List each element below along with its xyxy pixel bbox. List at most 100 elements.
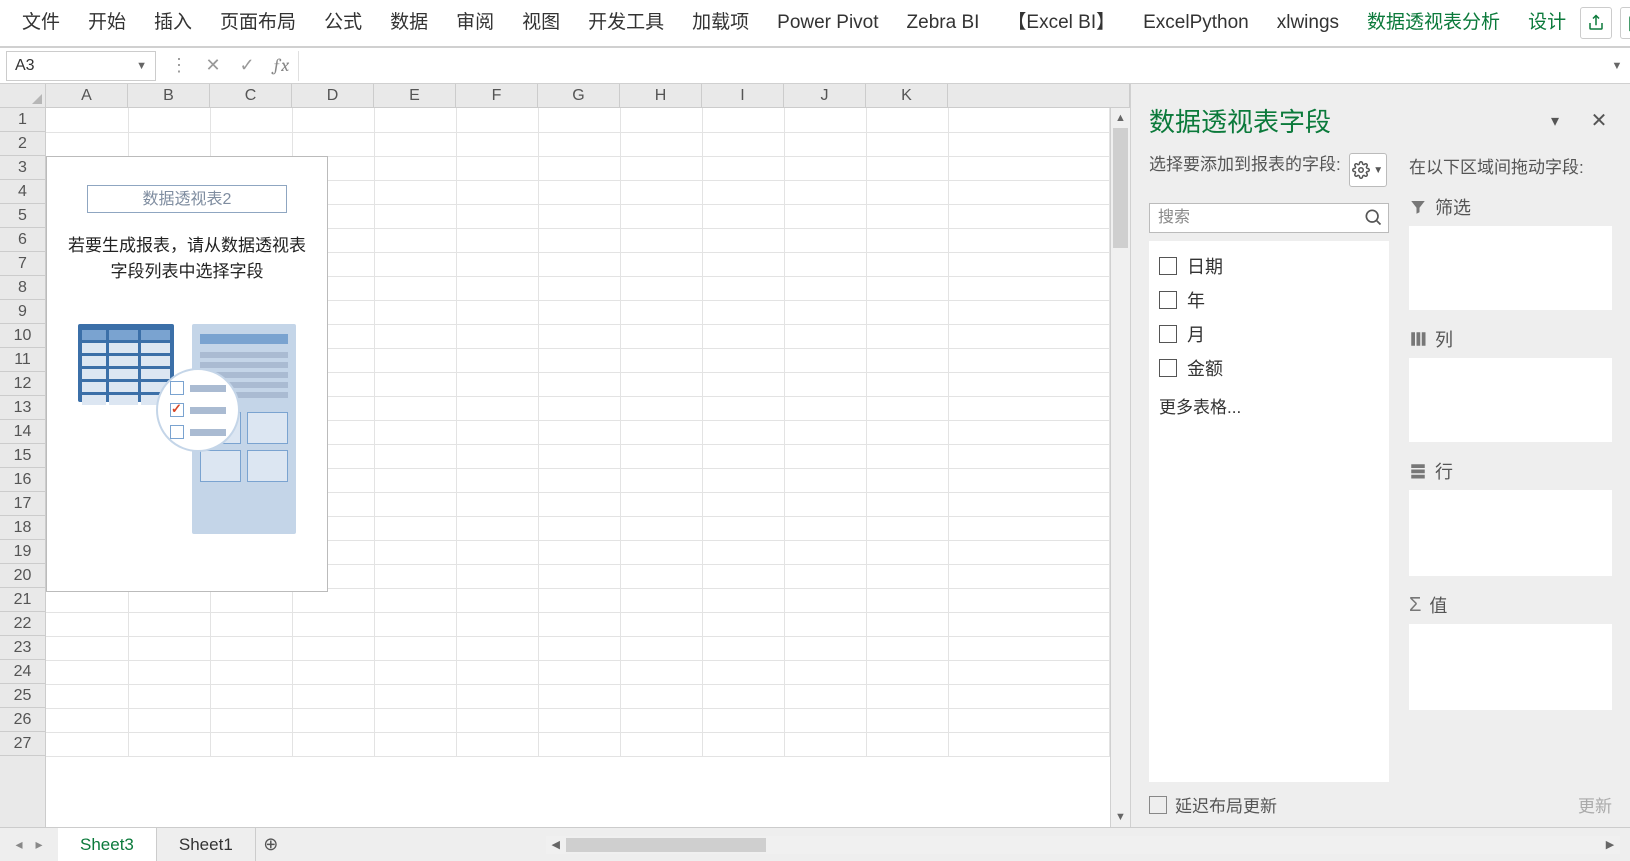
columns-drop-area[interactable]	[1409, 358, 1612, 442]
row-header[interactable]: 2	[0, 132, 45, 156]
formula-input[interactable]	[298, 51, 1604, 81]
horizontal-scrollbar[interactable]: ◀ ▶	[546, 836, 1620, 854]
row-header[interactable]: 23	[0, 636, 45, 660]
row-header[interactable]: 20	[0, 564, 45, 588]
ribbon-tab-view[interactable]: 视图	[508, 0, 574, 47]
tab-nav-first-icon[interactable]: ◂	[10, 836, 28, 853]
vertical-scrollbar[interactable]: ▲ ▼	[1110, 108, 1130, 827]
share-button[interactable]	[1580, 7, 1612, 39]
row-header[interactable]: 1	[0, 108, 45, 132]
scroll-track[interactable]	[1111, 128, 1130, 807]
gear-button[interactable]: ▼	[1349, 153, 1387, 187]
field-item-amount[interactable]: 金额	[1153, 351, 1385, 385]
row-header[interactable]: 19	[0, 540, 45, 564]
row-header[interactable]: 8	[0, 276, 45, 300]
col-header[interactable]: I	[702, 84, 784, 107]
checkbox-icon[interactable]	[1159, 257, 1177, 275]
ribbon-tab-pivotanalyze[interactable]: 数据透视表分析	[1353, 0, 1514, 47]
dropdown-dots-icon[interactable]: ⋮	[162, 51, 196, 81]
row-header[interactable]: 9	[0, 300, 45, 324]
scroll-left-arrow-icon[interactable]: ◀	[546, 838, 566, 851]
search-icon[interactable]	[1363, 207, 1383, 227]
search-input[interactable]	[1149, 203, 1389, 233]
ribbon-tab-formulas[interactable]: 公式	[310, 0, 376, 47]
col-header[interactable]: D	[292, 84, 374, 107]
row-header[interactable]: 12	[0, 372, 45, 396]
col-header[interactable]: E	[374, 84, 456, 107]
row-header[interactable]: 11	[0, 348, 45, 372]
row-header[interactable]: 22	[0, 612, 45, 636]
cancel-icon[interactable]: ✕	[196, 51, 230, 81]
ribbon-tab-file[interactable]: 文件	[8, 0, 74, 47]
panel-options-icon[interactable]: ▾	[1542, 108, 1568, 134]
row-header[interactable]: 15	[0, 444, 45, 468]
confirm-icon[interactable]: ✓	[230, 51, 264, 81]
pivottable-placeholder[interactable]: 数据透视表2 若要生成报表，请从数据透视表 字段列表中选择字段	[46, 156, 328, 592]
row-header[interactable]: 16	[0, 468, 45, 492]
scroll-thumb[interactable]	[566, 838, 766, 852]
row-header[interactable]: 6	[0, 228, 45, 252]
row-header[interactable]: 18	[0, 516, 45, 540]
comments-button[interactable]	[1620, 7, 1630, 39]
checkbox-icon[interactable]	[1159, 359, 1177, 377]
ribbon-tab-review[interactable]: 审阅	[442, 0, 508, 47]
row-header[interactable]: 3	[0, 156, 45, 180]
ribbon-tab-pagelayout[interactable]: 页面布局	[206, 0, 310, 47]
scroll-right-arrow-icon[interactable]: ▶	[1600, 838, 1620, 851]
select-all-cell[interactable]	[0, 84, 46, 107]
row-header[interactable]: 14	[0, 420, 45, 444]
field-item-year[interactable]: 年	[1153, 283, 1385, 317]
ribbon-tab-excelbi[interactable]: 【Excel BI】	[993, 0, 1129, 47]
scroll-thumb[interactable]	[1113, 128, 1128, 248]
row-header[interactable]: 5	[0, 204, 45, 228]
ribbon-tab-developer[interactable]: 开发工具	[574, 0, 678, 47]
checkbox-icon[interactable]	[1159, 325, 1177, 343]
sheet-tab-sheet1[interactable]: Sheet1	[157, 828, 256, 861]
row-header[interactable]: 24	[0, 660, 45, 684]
row-header[interactable]: 27	[0, 732, 45, 756]
defer-checkbox[interactable]	[1149, 796, 1167, 814]
ribbon-tab-data[interactable]: 数据	[376, 0, 442, 47]
ribbon-tab-design[interactable]: 设计	[1514, 0, 1580, 47]
field-item-date[interactable]: 日期	[1153, 249, 1385, 283]
row-header[interactable]: 21	[0, 588, 45, 612]
col-header[interactable]: H	[620, 84, 702, 107]
scroll-down-arrow-icon[interactable]: ▼	[1111, 807, 1130, 827]
expand-formula-bar[interactable]: ▼	[1604, 60, 1630, 72]
more-tables-link[interactable]: 更多表格...	[1153, 385, 1385, 426]
field-item-month[interactable]: 月	[1153, 317, 1385, 351]
ribbon-tab-addins[interactable]: 加载项	[678, 0, 763, 47]
col-header[interactable]: F	[456, 84, 538, 107]
col-header[interactable]: B	[128, 84, 210, 107]
chevron-down-icon[interactable]: ▼	[136, 60, 147, 72]
tab-nav-last-icon[interactable]: ▸	[30, 836, 48, 853]
ribbon-tab-excelpython[interactable]: ExcelPython	[1129, 0, 1263, 47]
new-sheet-button[interactable]: ⊕	[256, 834, 286, 855]
row-header[interactable]: 13	[0, 396, 45, 420]
col-header[interactable]: J	[784, 84, 866, 107]
close-icon[interactable]: ✕	[1586, 108, 1612, 134]
ribbon-tab-zebrabi[interactable]: Zebra BI	[893, 0, 994, 47]
scroll-up-arrow-icon[interactable]: ▲	[1111, 108, 1130, 128]
fx-icon[interactable]: ƒx	[264, 51, 298, 81]
row-header[interactable]: 17	[0, 492, 45, 516]
checkbox-icon[interactable]	[1159, 291, 1177, 309]
ribbon-tab-powerpivot[interactable]: Power Pivot	[763, 0, 892, 47]
sheet-tab-sheet3[interactable]: Sheet3	[58, 828, 157, 861]
col-header[interactable]: G	[538, 84, 620, 107]
rows-drop-area[interactable]	[1409, 490, 1612, 576]
name-box[interactable]: A3 ▼	[6, 51, 156, 81]
ribbon-tab-insert[interactable]: 插入	[140, 0, 206, 47]
row-header[interactable]: 25	[0, 684, 45, 708]
col-header[interactable]: A	[46, 84, 128, 107]
row-header[interactable]: 7	[0, 252, 45, 276]
filter-drop-area[interactable]	[1409, 226, 1612, 310]
col-header[interactable]: C	[210, 84, 292, 107]
row-header[interactable]: 26	[0, 708, 45, 732]
row-header[interactable]: 10	[0, 324, 45, 348]
values-drop-area[interactable]	[1409, 624, 1612, 710]
ribbon-tab-xlwings[interactable]: xlwings	[1263, 0, 1353, 47]
ribbon-tab-home[interactable]: 开始	[74, 0, 140, 47]
row-header[interactable]: 4	[0, 180, 45, 204]
col-header[interactable]: K	[866, 84, 948, 107]
